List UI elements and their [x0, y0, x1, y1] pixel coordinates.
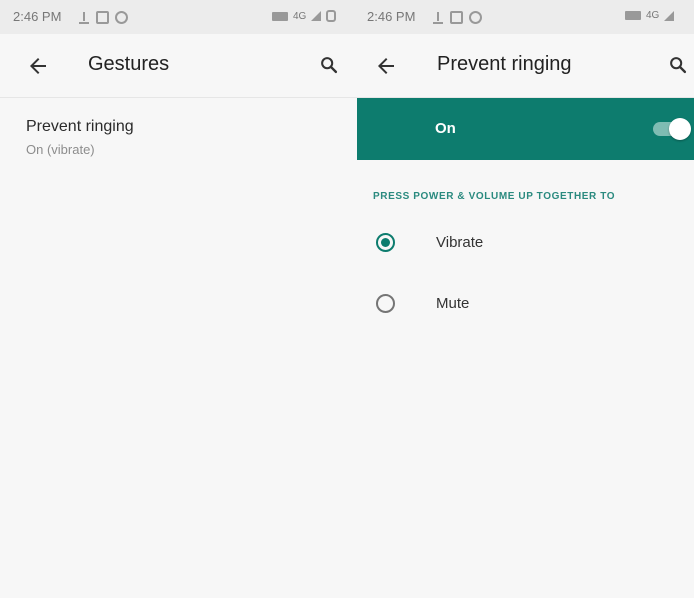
prevent-ringing-screen: 2:46 PM 4G Prevent ringing On PRESS POWE…	[357, 0, 694, 598]
status-bar: 2:46 PM 4G	[0, 0, 357, 34]
sync-icon	[469, 10, 482, 24]
radio-option-vibrate[interactable]: Vibrate	[357, 214, 694, 270]
toolbar: Gestures	[0, 34, 357, 98]
screenshot-icon	[96, 10, 109, 24]
sync-icon	[115, 10, 128, 24]
radio-unchecked-icon[interactable]	[376, 294, 395, 313]
radio-option-mute[interactable]: Mute	[357, 275, 694, 331]
arrow-back-icon[interactable]	[374, 54, 398, 78]
status-notification-icons	[432, 10, 482, 24]
network-type: 4G	[646, 10, 660, 21]
status-notification-icons	[78, 10, 128, 24]
gestures-screen: 2:46 PM 4G Gestures Prevent ringing On (…	[0, 0, 357, 598]
page-title: Gestures	[88, 53, 170, 75]
status-time: 2:46 PM	[367, 9, 416, 24]
radio-label: Mute	[436, 295, 470, 312]
radio-label: Vibrate	[436, 234, 484, 251]
master-switch-label: On	[435, 120, 456, 137]
signal-icon	[664, 10, 675, 21]
upload-icon	[432, 10, 444, 24]
upload-icon	[78, 10, 90, 24]
status-system-icons: 4G	[625, 10, 675, 21]
alarm-icon	[326, 10, 337, 22]
radio-checked-icon[interactable]	[376, 233, 395, 252]
search-icon[interactable]	[318, 54, 340, 76]
status-system-icons: 4G	[272, 10, 337, 22]
network-type: 4G	[293, 10, 307, 22]
pref-summary: On (vibrate)	[26, 142, 95, 157]
battery-icon	[625, 11, 641, 20]
screenshot-icon	[450, 10, 463, 24]
section-header: PRESS POWER & VOLUME UP TOGETHER TO	[373, 191, 616, 202]
status-time: 2:46 PM	[13, 9, 62, 24]
page-title: Prevent ringing	[437, 53, 572, 75]
status-bar: 2:46 PM 4G	[357, 0, 694, 34]
battery-icon	[272, 11, 288, 21]
arrow-back-icon[interactable]	[26, 54, 50, 78]
radio-dot	[381, 238, 390, 247]
prevent-ringing-item[interactable]: Prevent ringing On (vibrate)	[0, 108, 357, 172]
signal-icon	[311, 11, 322, 21]
master-switch-bar[interactable]: On	[357, 98, 694, 160]
toolbar: Prevent ringing	[357, 34, 694, 98]
search-icon[interactable]	[667, 54, 689, 76]
switch-thumb[interactable]	[669, 118, 691, 140]
pref-title: Prevent ringing	[26, 118, 134, 135]
